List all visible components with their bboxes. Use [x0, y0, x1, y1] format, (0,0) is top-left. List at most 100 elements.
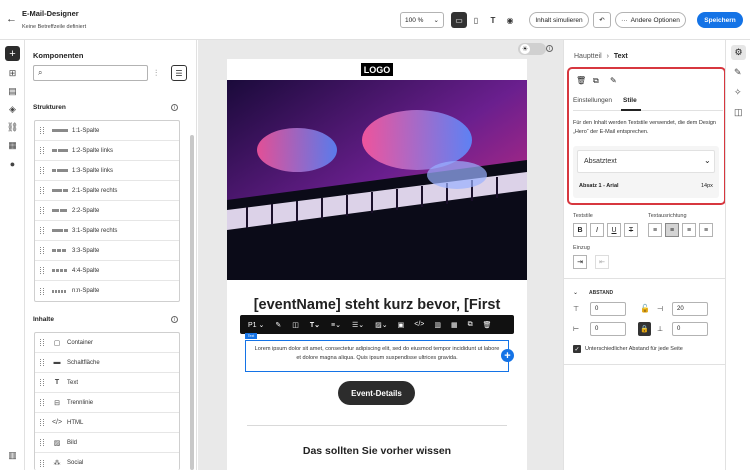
info-icon[interactable]: i — [546, 45, 553, 52]
content-item[interactable]: ⁂ Social — [35, 453, 179, 470]
block-icon[interactable]: ▣ — [398, 321, 405, 329]
fragments-icon[interactable]: ▤ — [7, 86, 18, 97]
link-icon[interactable]: ⛓ — [7, 122, 18, 133]
trash-icon[interactable]: 🗑 — [576, 76, 586, 85]
indent-decrease-button[interactable]: ⇤ — [595, 255, 609, 269]
save-button[interactable]: Speichern — [697, 12, 743, 28]
hero-image[interactable] — [227, 80, 527, 280]
mobile-view-icon[interactable]: ▯ — [468, 12, 484, 28]
duplicate-icon[interactable]: ⧉ — [593, 76, 599, 86]
structure-item[interactable]: 3:3-Spalte — [35, 241, 179, 261]
tab-styles[interactable]: Stile — [623, 97, 637, 104]
logo[interactable]: LOGO — [361, 63, 393, 76]
structure-item[interactable]: 1:3-Spalte links — [35, 161, 179, 181]
layers-icon[interactable]: ◈ — [7, 104, 18, 115]
style-icon[interactable]: ◫ — [292, 321, 299, 329]
structure-item[interactable]: 2:2-Spalte — [35, 201, 179, 221]
filter-icon[interactable]: ⫶ — [155, 68, 157, 79]
content-item[interactable]: ▬ Schaltfläche — [35, 353, 179, 373]
structure-item[interactable]: 1:2-Spalte links — [35, 141, 179, 161]
columns-icon[interactable]: ▥ — [434, 321, 441, 329]
paint-icon[interactable]: ✎ — [610, 76, 617, 85]
breadcrumb-parent[interactable]: Hauptteil — [574, 53, 602, 60]
desktop-view-icon[interactable]: ▭ — [451, 12, 467, 28]
different-spacing-checkbox[interactable]: ✓ — [573, 345, 581, 353]
brush-icon[interactable]: ✎ — [734, 67, 742, 78]
section-title[interactable]: Das sollten Sie vorher wissen — [227, 445, 527, 457]
selected-text-block[interactable]: Lorem ipsum dolor sit amet, consectetur … — [245, 340, 509, 372]
chevron-down-icon[interactable]: ⌄ — [573, 289, 578, 296]
preview-eye-icon[interactable]: ◉ — [502, 12, 518, 28]
info-icon[interactable]: i — [171, 316, 178, 323]
accessibility-icon[interactable]: ◫ — [734, 107, 743, 118]
delete-icon[interactable]: 🗑 — [483, 321, 492, 329]
info-icon[interactable]: i — [171, 104, 178, 111]
content-item[interactable]: ▢ Container — [35, 333, 179, 353]
content-item[interactable]: ▨ Bild — [35, 433, 179, 453]
styles-description: Für den Inhalt werden Textstile verwende… — [573, 120, 716, 135]
event-details-button[interactable]: Event-Details — [338, 381, 415, 405]
spacing-right-input[interactable]: 20 — [672, 302, 708, 316]
indent-increase-button[interactable]: ⇥ — [573, 255, 587, 269]
content-item[interactable]: T Text — [35, 373, 179, 393]
add-icon[interactable]: + — [5, 46, 20, 61]
more-options-button[interactable]: ··· Andere Optionen — [615, 12, 686, 28]
drag-handle-icon — [40, 379, 44, 386]
list-icon[interactable]: ☰⌄ — [352, 321, 364, 329]
spacing-bottom-input[interactable]: 0 — [672, 322, 708, 336]
code-icon[interactable]: </> — [414, 321, 424, 328]
lock-icon[interactable]: 🔒 — [638, 322, 651, 336]
scrollbar[interactable] — [190, 135, 194, 470]
content-item[interactable]: ⊟ Trennlinie — [35, 393, 179, 413]
back-arrow-icon[interactable]: ← — [6, 13, 17, 25]
underline-button[interactable]: U — [607, 223, 621, 237]
add-block-icon[interactable]: + — [501, 349, 514, 362]
layout-icon[interactable]: ▦ — [451, 321, 458, 329]
italic-button[interactable]: I — [590, 223, 604, 237]
paragraph-select[interactable]: P1 ⌄ — [248, 321, 264, 329]
align-left-button[interactable]: ≡ — [648, 223, 662, 237]
simulate-content-button[interactable]: Inhalt simulieren — [529, 12, 589, 28]
align-icon[interactable]: ≡⌄ — [331, 321, 341, 329]
assets-icon[interactable]: ▦ — [7, 140, 18, 151]
font-icon[interactable]: T⌄ — [310, 321, 320, 329]
settings-icon[interactable]: ▥ — [7, 450, 18, 461]
tab-settings[interactable]: Einstellungen — [573, 97, 612, 104]
paragraph-select[interactable]: Absatztext ⌄ — [577, 150, 715, 173]
unlock-icon[interactable]: 🔓 — [640, 304, 650, 313]
structure-item[interactable]: 1:1-Spalte — [35, 121, 179, 141]
spacing-left-input[interactable]: 0 — [590, 322, 626, 336]
structure-item[interactable]: 2:1-Spalte rechts — [35, 181, 179, 201]
personalization-icon[interactable]: ● — [7, 158, 18, 169]
align-center-button[interactable]: ≡ — [665, 223, 679, 237]
grid-icon[interactable]: ⊞ — [7, 68, 18, 79]
column-1-3-icon — [52, 169, 68, 172]
event-headline[interactable]: [eventName] steht kurz bevor, [First — [227, 297, 527, 313]
properties-icon[interactable]: ⚙ — [731, 45, 746, 60]
zoom-select[interactable]: 100 % ⌄ — [400, 12, 444, 28]
search-input[interactable]: ⌕ — [33, 65, 148, 81]
undo-icon[interactable]: ↶ — [593, 12, 611, 28]
magic-wand-icon[interactable]: ✧ — [734, 87, 742, 98]
list-view-icon[interactable]: ☰ — [171, 65, 187, 81]
image-insert-icon[interactable]: ▨⌄ — [375, 321, 387, 329]
strikethrough-button[interactable]: T — [624, 223, 638, 237]
column-2-1-icon — [52, 189, 68, 192]
bold-button[interactable]: B — [573, 223, 587, 237]
duplicate-icon[interactable]: ⧉ — [468, 321, 473, 329]
structure-item[interactable]: 4:4-Spalte — [35, 261, 179, 281]
align-justify-button[interactable]: ≡ — [699, 223, 713, 237]
spacing-left-value: 0 — [595, 326, 599, 332]
spacing-top-input[interactable]: 0 — [590, 302, 626, 316]
content-item[interactable]: </> HTML — [35, 413, 179, 433]
structure-item[interactable]: 3:1-Spalte rechts — [35, 221, 179, 241]
text-view-icon[interactable]: T — [485, 12, 501, 28]
indent-label: Einzug — [573, 245, 590, 251]
align-right-button[interactable]: ≡ — [682, 223, 696, 237]
theme-toggle[interactable]: ☀ — [518, 43, 546, 55]
contents-list: ▢ Container ▬ Schaltfläche T Text ⊟ Trennlin… — [34, 332, 180, 470]
brush-icon[interactable]: ✎ — [275, 321, 281, 329]
drag-handle-icon — [40, 227, 44, 234]
spacing-top-value: 0 — [595, 306, 599, 312]
structure-item[interactable]: n:n-Spalte — [35, 281, 179, 301]
